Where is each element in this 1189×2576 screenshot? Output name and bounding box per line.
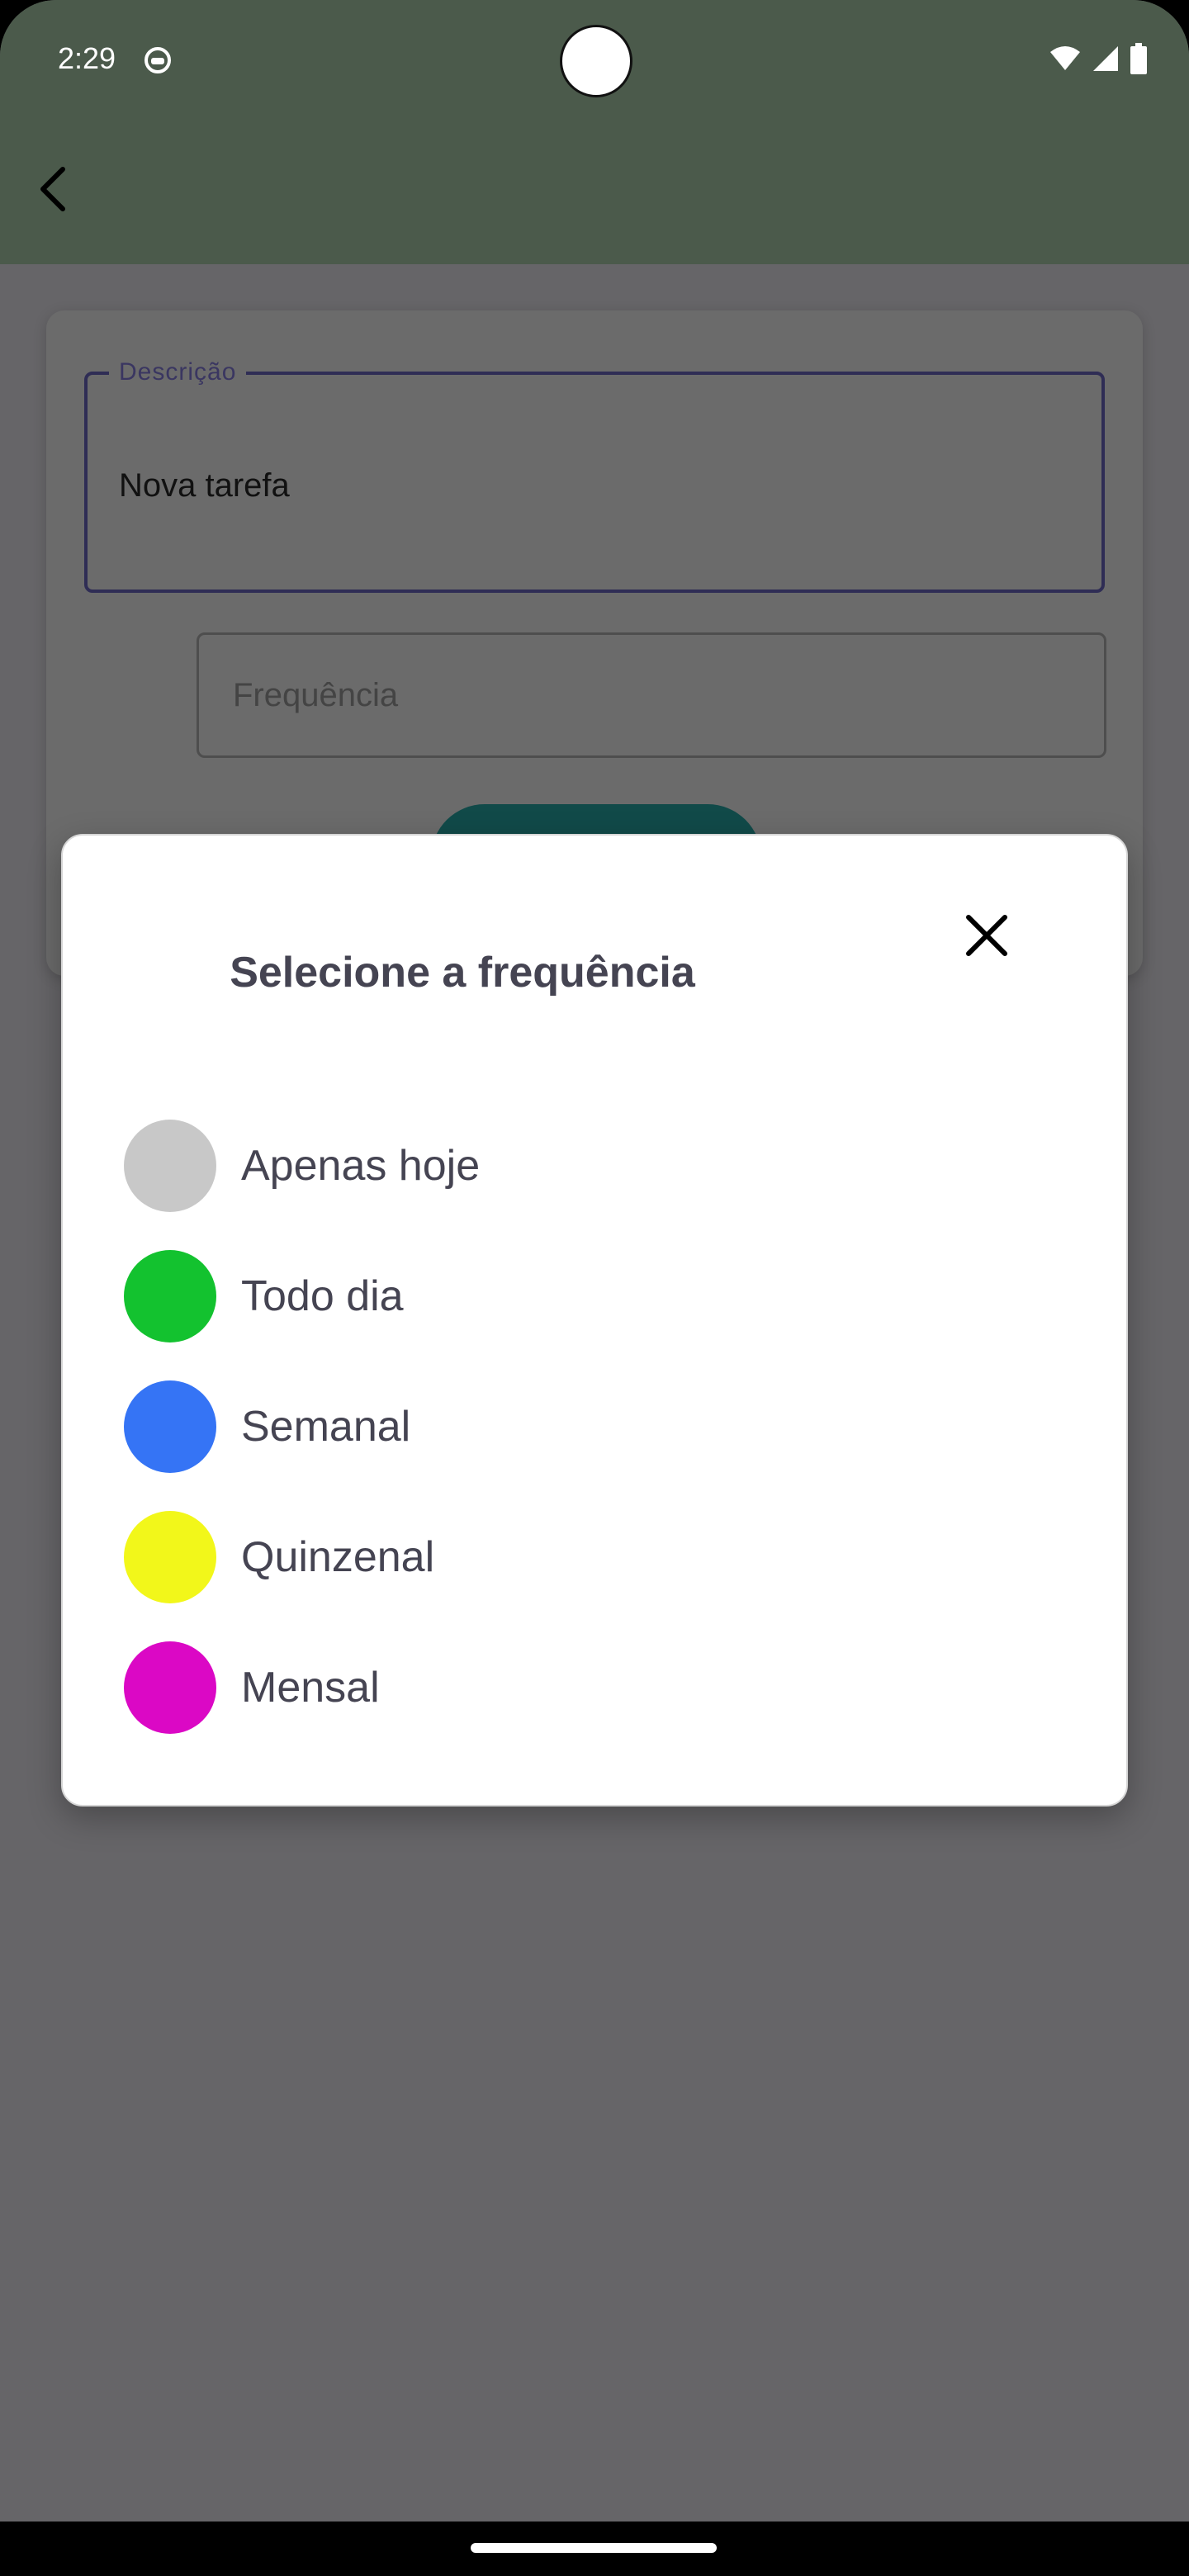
app-notification-icon xyxy=(144,46,172,74)
description-label: Descrição xyxy=(109,358,247,386)
battery-icon xyxy=(1130,43,1148,78)
option-label: Todo dia xyxy=(241,1272,404,1320)
wifi-icon xyxy=(1049,45,1082,76)
signal-icon xyxy=(1092,45,1120,77)
color-dot xyxy=(124,1641,216,1734)
back-arrow-icon xyxy=(36,164,69,218)
option-semanal[interactable]: Semanal xyxy=(124,1380,410,1473)
option-mensal[interactable]: Mensal xyxy=(124,1641,380,1734)
home-gesture-handle[interactable] xyxy=(471,2543,717,2553)
option-label: Mensal xyxy=(241,1664,380,1712)
camera-cutout xyxy=(560,25,632,97)
option-todo-dia[interactable]: Todo dia xyxy=(124,1250,404,1342)
app-screen: 2:29 Descrição Nova tarefa Frequência Se… xyxy=(0,0,1189,2576)
option-apenas-hoje[interactable]: Apenas hoje xyxy=(124,1120,480,1212)
close-icon xyxy=(964,912,1010,963)
color-dot xyxy=(124,1120,216,1212)
color-dot xyxy=(124,1511,216,1603)
option-label: Semanal xyxy=(241,1403,411,1451)
frequency-placeholder: Frequência xyxy=(233,677,399,713)
description-value: Nova tarefa xyxy=(119,467,290,504)
color-dot xyxy=(124,1250,216,1342)
close-button[interactable] xyxy=(958,908,1016,966)
option-quinzenal[interactable]: Quinzenal xyxy=(124,1511,434,1603)
option-label: Apenas hoje xyxy=(241,1142,481,1190)
status-icons xyxy=(1049,43,1148,78)
status-time: 2:29 xyxy=(58,41,116,75)
back-button[interactable] xyxy=(28,162,78,220)
color-dot xyxy=(124,1380,216,1473)
option-label: Quinzenal xyxy=(241,1533,435,1581)
dialog-title: Selecione a frequência xyxy=(230,949,695,997)
